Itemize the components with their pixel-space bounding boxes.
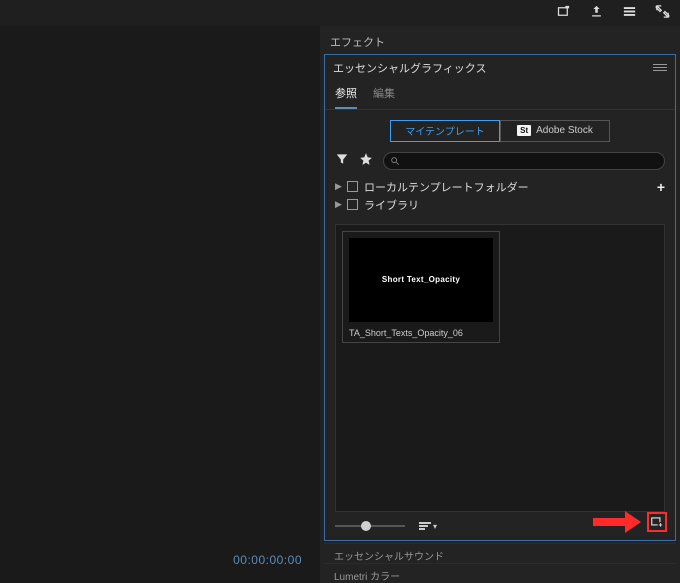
- chevron-right-icon: ▶: [335, 181, 341, 192]
- eg-tabs: 参照 編集: [325, 81, 675, 110]
- tree-label: ライブラリ: [364, 197, 419, 213]
- panel-menu-icon[interactable]: [653, 61, 667, 75]
- templates-grid: Short Text_Opacity TA_Short_Texts_Opacit…: [335, 224, 665, 512]
- export-icon[interactable]: [589, 4, 604, 22]
- essential-graphics-panel: エッセンシャルグラフィックス 参照 編集 マイテンプレート St Adobe S…: [324, 54, 676, 541]
- tree-label: ローカルテンプレートフォルダー: [364, 179, 529, 195]
- tab-browse[interactable]: 参照: [335, 85, 357, 109]
- my-templates-label: マイテンプレート: [405, 123, 485, 138]
- add-folder-icon[interactable]: +: [657, 179, 665, 195]
- chevron-down-icon: ▾: [433, 522, 437, 531]
- search-icon: [390, 156, 400, 166]
- folder-tree: ▶ ローカルテンプレートフォルダー + ▶ ライブラリ: [325, 174, 675, 218]
- tree-local-templates[interactable]: ▶ ローカルテンプレートフォルダー +: [335, 178, 665, 196]
- collapsed-panels: エッセンシャルサウンド Lumetri カラー: [320, 541, 680, 583]
- fullscreen-icon[interactable]: [655, 4, 670, 22]
- stock-badge-icon: St: [517, 125, 531, 136]
- checkbox-icon[interactable]: [347, 181, 358, 192]
- chevron-right-icon: ▶: [335, 199, 341, 210]
- my-templates-toggle[interactable]: マイテンプレート: [390, 120, 500, 142]
- template-name-label: TA_Short_Texts_Opacity_06: [349, 328, 493, 338]
- sort-lines-icon: [419, 522, 431, 530]
- tab-edit[interactable]: 編集: [373, 85, 395, 109]
- adobe-stock-toggle[interactable]: St Adobe Stock: [500, 120, 610, 142]
- lumetri-color-tab[interactable]: Lumetri カラー: [324, 563, 676, 583]
- favorites-star-icon[interactable]: [359, 152, 373, 169]
- panel-title-row: エッセンシャルグラフィックス: [325, 55, 675, 81]
- panel-title[interactable]: エッセンシャルグラフィックス: [333, 60, 653, 76]
- slider-thumb[interactable]: [361, 521, 371, 531]
- filter-funnel-icon[interactable]: [335, 152, 349, 169]
- timecode-display[interactable]: 00:00:00:00: [233, 553, 302, 567]
- checkbox-icon[interactable]: [347, 199, 358, 210]
- source-toggle-row: マイテンプレート St Adobe Stock: [325, 110, 675, 148]
- template-card[interactable]: Short Text_Opacity TA_Short_Texts_Opacit…: [342, 231, 500, 343]
- tree-library[interactable]: ▶ ライブラリ: [335, 196, 665, 214]
- search-input[interactable]: [383, 152, 665, 170]
- filter-row: [325, 148, 675, 174]
- panel-bottom-bar: ▾: [325, 512, 675, 540]
- main-area: 00:00:00:00 エフェクト エッセンシャルグラフィックス 参照 編集 マ…: [0, 26, 680, 583]
- sort-menu-button[interactable]: ▾: [419, 522, 437, 531]
- thumbnail-size-slider[interactable]: [335, 520, 405, 532]
- thumbnail-text: Short Text_Opacity: [382, 275, 460, 284]
- adobe-stock-label: Adobe Stock: [536, 125, 593, 136]
- program-monitor-pane: 00:00:00:00: [0, 26, 320, 583]
- template-thumbnail: Short Text_Opacity: [349, 238, 493, 322]
- essential-sound-tab[interactable]: エッセンシャルサウンド: [324, 543, 676, 563]
- effects-panel-tab[interactable]: エフェクト: [320, 26, 680, 54]
- top-toolbar: [0, 0, 680, 26]
- right-column: エフェクト エッセンシャルグラフィックス 参照 編集 マイテンプレート St: [320, 26, 680, 583]
- queue-icon[interactable]: [622, 4, 637, 22]
- capture-icon[interactable]: [556, 4, 571, 22]
- install-mogrt-button[interactable]: [647, 512, 667, 532]
